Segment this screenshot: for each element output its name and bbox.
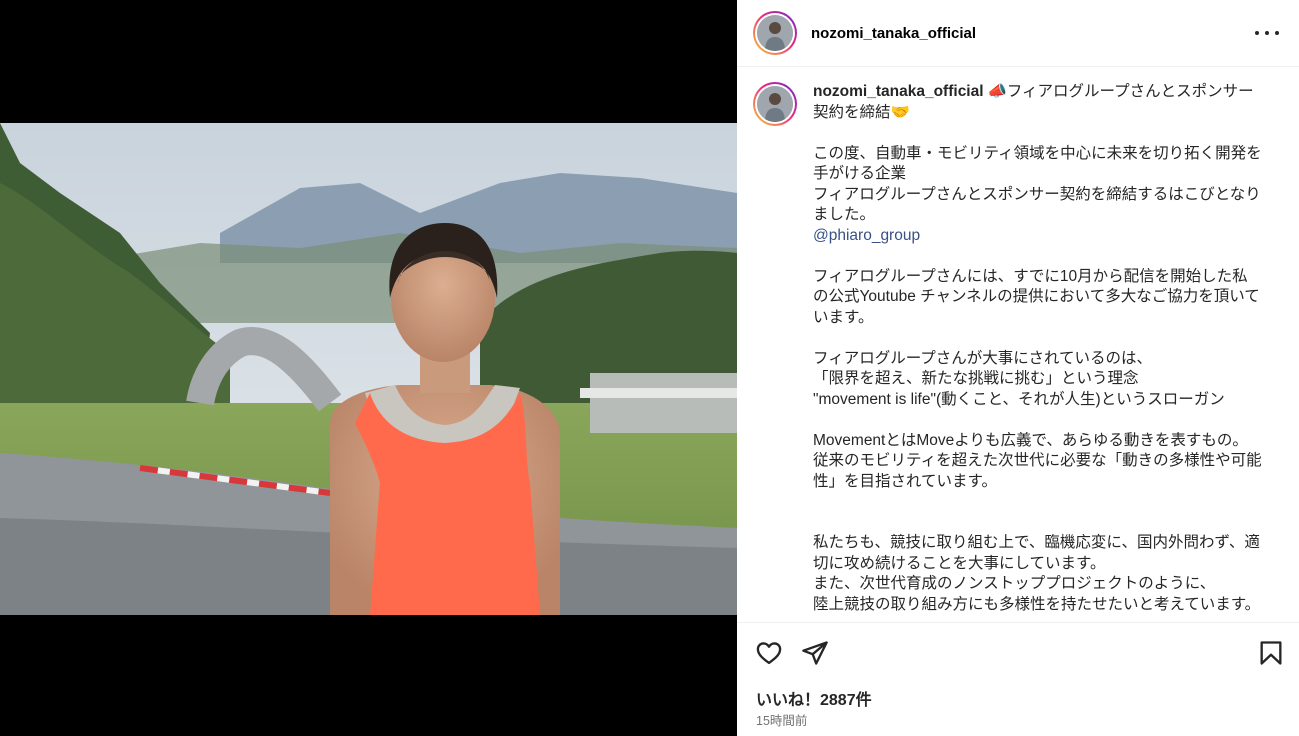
caption-line-7 bbox=[813, 328, 1263, 349]
likes-count[interactable]: いいね！2887件 bbox=[756, 686, 872, 710]
caption-line-3: フィアログループさんとスポンサー契約を締結するはこびとなりました。 bbox=[813, 185, 1261, 224]
caption-line-5 bbox=[813, 246, 1263, 267]
author-username[interactable]: nozomi_tanaka_official bbox=[811, 25, 976, 42]
caption-line-13: 従来のモビリティを超えた次世代に必要な「動きの多様性や可能性」を目指されています… bbox=[813, 452, 1262, 490]
caption-line-11 bbox=[813, 410, 1263, 431]
instagram-post-modal: nozomi_tanaka_official nozomi_tanaka_off… bbox=[0, 0, 1299, 736]
avatar-image bbox=[757, 86, 793, 122]
caption-line-9: 「限界を超え、新たな挑戦に挑む」という理念 bbox=[813, 370, 1139, 387]
caption-text: nozomi_tanaka_official 📣フィアログループさんとスポンサー契… bbox=[813, 82, 1263, 615]
avatar-image bbox=[757, 15, 793, 51]
caption-line-10: "movement is life"(動くこと、それが人生)というスローガン bbox=[813, 390, 1225, 408]
caption-area: nozomi_tanaka_official 📣フィアログループさんとスポンサー契… bbox=[737, 68, 1299, 622]
caption-line-12: MovementとはMoveよりも広義で、あらゆる動きを表すもの。 bbox=[813, 431, 1248, 449]
caption-line-2: この度、自動車・モビリティ領域を中心に未来を切り拓く開発を手がける企業 bbox=[813, 144, 1262, 183]
caption-line-8: フィアログループさんが大事にされているのは、 bbox=[813, 349, 1152, 367]
caption-line-16: 私たちも、競技に取り組む上で、臨機応変に、国内外問わず、適切に攻め続けることを大… bbox=[813, 534, 1260, 572]
caption-line-14 bbox=[813, 492, 1263, 513]
bookmark-icon[interactable] bbox=[1257, 639, 1285, 667]
photo-illustration bbox=[0, 123, 737, 615]
caption-line-1 bbox=[813, 123, 1263, 144]
mention-link[interactable]: @phiaro_group bbox=[813, 226, 1263, 247]
caption-line-15 bbox=[813, 513, 1263, 534]
more-options-icon[interactable] bbox=[1255, 23, 1279, 43]
caption-line-0: nozomi_tanaka_official 📣フィアログループさんとスポンサー契… bbox=[813, 83, 1254, 121]
caption-username[interactable]: nozomi_tanaka_official bbox=[813, 83, 984, 100]
caption-line-6: フィアログループさんには、すでに10月から配信を開始した私の公式Youtube … bbox=[813, 267, 1260, 326]
caption-avatar[interactable] bbox=[753, 82, 797, 126]
post-timestamp[interactable]: 15時間前 bbox=[756, 710, 807, 729]
heart-icon[interactable] bbox=[755, 639, 783, 667]
caption-line-18: 陸上競技の取り組み方にも多様性を持たせたいと考えています。 bbox=[813, 595, 1261, 613]
post-side-panel: nozomi_tanaka_official nozomi_tanaka_off… bbox=[737, 0, 1299, 736]
post-actions: いいね！2887件 15時間前 bbox=[737, 622, 1299, 736]
post-photo[interactable] bbox=[0, 123, 737, 615]
author-avatar[interactable] bbox=[753, 11, 797, 55]
post-header: nozomi_tanaka_official bbox=[737, 0, 1299, 67]
send-icon[interactable] bbox=[801, 639, 829, 667]
post-media bbox=[0, 0, 737, 736]
caption-line-17: また、次世代育成のノンストッププロジェクトのように、 bbox=[813, 575, 1216, 592]
